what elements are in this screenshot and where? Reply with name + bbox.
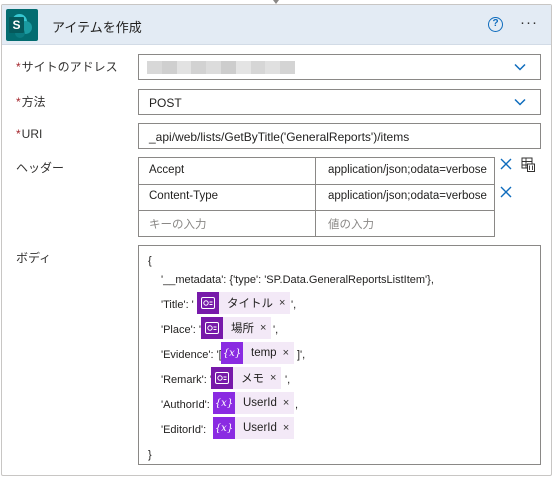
body-label: ボディ <box>16 251 52 265</box>
method-label: *方法 <box>16 93 46 110</box>
body-line-suffix: ', <box>291 299 297 311</box>
sharepoint-icon: S <box>6 9 38 41</box>
required-mark: * <box>16 127 21 141</box>
action-card: S アイテムを作成 ? ··· *サイトのアドレス *方法 POST *URI … <box>1 4 552 476</box>
forms-icon <box>197 292 219 314</box>
token-label: UserId <box>243 422 277 434</box>
method-value: POST <box>149 96 182 110</box>
uri-value: _api/web/lists/GetByTitle('GeneralReport… <box>149 130 410 144</box>
dynamic-content-token[interactable]: メモ × <box>211 367 282 389</box>
remove-header-icon[interactable] <box>500 158 512 170</box>
header-value-placeholder[interactable]: 値の入力 <box>328 210 374 236</box>
site-address-label-text: サイトのアドレス <box>21 60 118 74</box>
delete-table-icon[interactable] <box>521 157 535 172</box>
headers-label: ヘッダー <box>16 161 65 175</box>
chevron-down-icon[interactable] <box>514 96 526 108</box>
remove-token-icon[interactable]: × <box>283 347 294 359</box>
remove-header-icon[interactable] <box>500 186 512 198</box>
required-mark: * <box>16 60 21 74</box>
site-address-redacted-value <box>147 61 295 74</box>
site-address-dropdown[interactable] <box>138 54 541 80</box>
body-line-prefix: 'EditorId': <box>161 424 207 436</box>
body-line-suffix: ]', <box>297 349 306 361</box>
dynamic-content-token[interactable]: {x} UserId × <box>213 417 295 439</box>
uri-label-text: URI <box>21 127 43 141</box>
body-line-suffix: ', <box>273 324 279 336</box>
header-key-input[interactable]: Accept <box>149 158 184 184</box>
remove-token-icon[interactable]: × <box>279 297 290 309</box>
token-label: タイトル <box>227 298 273 310</box>
body-metadata-line: '__metadata': {'type': 'SP.Data.GeneralR… <box>161 274 434 286</box>
body-line-prefix: 'Place': ' <box>161 324 201 336</box>
body-close-brace: } <box>148 449 152 461</box>
token-label: UserId <box>243 397 277 409</box>
header-value-input[interactable]: application/json;odata=verbose <box>328 158 487 184</box>
body-line-prefix: 'AuthorId': <box>161 399 210 411</box>
token-label: メモ <box>241 373 264 385</box>
token-label: 場所 <box>231 323 254 335</box>
remove-token-icon[interactable]: × <box>283 422 294 434</box>
forms-icon <box>211 367 233 389</box>
body-line-prefix: 'Evidence': '[ <box>161 349 222 361</box>
forms-icon <box>201 317 223 339</box>
header-key-input[interactable]: Content-Type <box>149 184 218 210</box>
action-header[interactable]: S アイテムを作成 ? ··· <box>2 5 551 45</box>
dynamic-content-token[interactable]: タイトル × <box>197 292 291 314</box>
action-title[interactable]: アイテムを作成 <box>52 17 142 36</box>
body-line-suffix: , <box>295 399 299 411</box>
remove-token-icon[interactable]: × <box>283 397 294 409</box>
remove-token-icon[interactable]: × <box>260 322 271 334</box>
header-value-input[interactable]: application/json;odata=verbose <box>328 184 487 210</box>
uri-input[interactable]: _api/web/lists/GetByTitle('GeneralReport… <box>138 123 541 149</box>
body-open-brace: { <box>148 255 152 267</box>
table-divider <box>315 158 316 236</box>
chevron-down-icon[interactable] <box>514 61 526 73</box>
body-editor[interactable]: { '__metadata': {'type': 'SP.Data.Genera… <box>138 245 541 465</box>
remove-token-icon[interactable]: × <box>270 372 281 384</box>
variable-icon: {x} <box>213 417 235 439</box>
dynamic-content-token[interactable]: {x} UserId × <box>213 392 295 414</box>
help-icon[interactable]: ? <box>488 17 503 32</box>
site-address-label: *サイトのアドレス <box>16 58 118 75</box>
required-mark: * <box>16 95 21 109</box>
body-line-prefix: 'Title': ' <box>161 299 194 311</box>
method-label-text: 方法 <box>21 95 46 109</box>
dynamic-content-token[interactable]: 場所 × <box>201 317 272 339</box>
headers-table: Accept application/json;odata=verbose Co… <box>138 157 495 237</box>
dynamic-content-token[interactable]: {x} temp × <box>221 342 295 364</box>
method-dropdown[interactable]: POST <box>138 89 541 115</box>
sharepoint-icon-letter: S <box>9 17 24 33</box>
token-label: temp <box>251 347 277 359</box>
variable-icon: {x} <box>221 342 243 364</box>
header-key-placeholder[interactable]: キーの入力 <box>149 210 207 236</box>
variable-icon: {x} <box>213 392 235 414</box>
body-line-suffix: ', <box>285 374 291 386</box>
more-options-icon[interactable]: ··· <box>520 13 538 33</box>
body-line-prefix: 'Remark': ' <box>161 374 212 386</box>
uri-label: *URI <box>16 127 42 141</box>
